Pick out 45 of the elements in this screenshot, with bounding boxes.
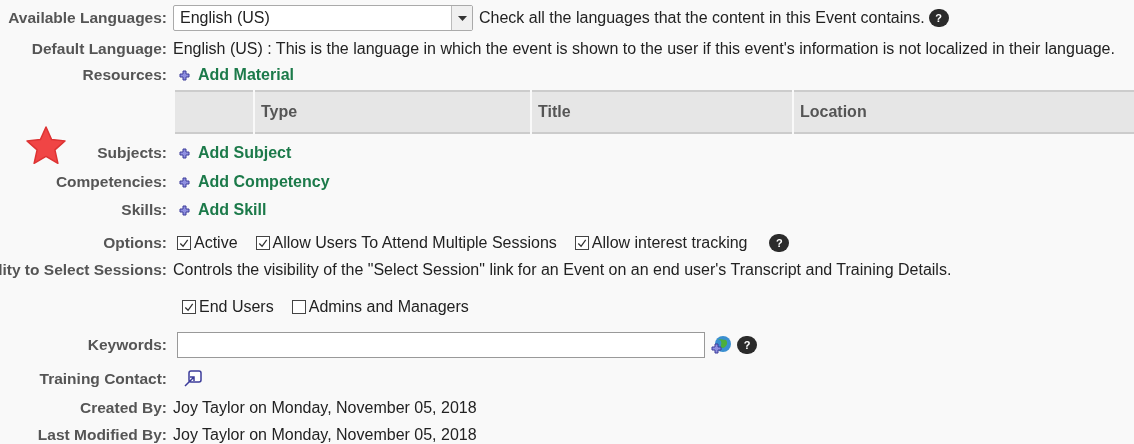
add-link[interactable]: Add Competency [198, 174, 330, 190]
column-header: Type [255, 90, 530, 134]
add-link[interactable]: Add Material [198, 67, 294, 83]
field-value: Controls the visibility of the "Select Session" link for an Event on an end user's Transcript and Training Details. [173, 262, 952, 278]
checkbox-label[interactable]: Active [194, 235, 238, 251]
field-label: Subjects: [97, 145, 167, 161]
field-label: Last Modified By: [37, 427, 167, 443]
checkbox[interactable] [574, 236, 589, 250]
field-label: Training Contact: [39, 371, 167, 387]
field-label: Resources: [82, 67, 167, 83]
field-label: Available Languages: [8, 10, 167, 26]
field-label: lity to Select Sessions: [0, 262, 167, 278]
checkbox[interactable] [255, 236, 270, 250]
checkbox-label[interactable]: Admins and Managers [308, 299, 469, 315]
field-label: Created By: [80, 400, 167, 416]
field-label: Default Language: [31, 41, 167, 57]
language-dropdown[interactable]: English (US) [173, 5, 473, 31]
help-icon[interactable]: ? [737, 336, 757, 354]
field-value: Joy Taylor on Monday, November 05, 2018 [173, 400, 477, 416]
plus-icon[interactable] [179, 204, 190, 216]
plus-icon[interactable] [179, 69, 190, 81]
column-header: Title [532, 90, 792, 134]
checkbox[interactable] [177, 236, 191, 250]
plus-icon[interactable] [179, 147, 190, 159]
field-value: English (US) : This is the language in which the event is shown to the user if this event's information is not localized in their language. [173, 41, 1115, 57]
add-link[interactable]: Add Skill [198, 202, 267, 218]
help-icon[interactable]: ? [928, 9, 949, 27]
field-value: Joy Taylor on Monday, November 05, 2018 [173, 427, 477, 443]
caret-icon [457, 15, 467, 21]
checkbox-label[interactable]: Allow Users To Attend Multiple Sessions [272, 235, 557, 251]
field-label: Skills: [121, 202, 167, 218]
field-label: Competencies: [55, 174, 167, 190]
checkbox[interactable] [291, 300, 306, 314]
field-label: Options: [103, 235, 167, 251]
globe-icon[interactable] [711, 335, 733, 355]
field-label: Keywords: [87, 337, 167, 353]
checkbox-label[interactable]: End Users [199, 299, 274, 315]
column-header: Location [794, 90, 1134, 134]
keywords-field[interactable] [177, 332, 705, 358]
plus-icon[interactable] [179, 176, 190, 188]
checkbox[interactable] [182, 300, 196, 314]
add-link[interactable]: Add Subject [198, 145, 292, 161]
hint-text: Check all the languages that the content in this Event contains. [479, 10, 925, 26]
checkbox-label[interactable]: Allow interest tracking [591, 235, 748, 251]
help-icon[interactable]: ? [769, 234, 790, 252]
